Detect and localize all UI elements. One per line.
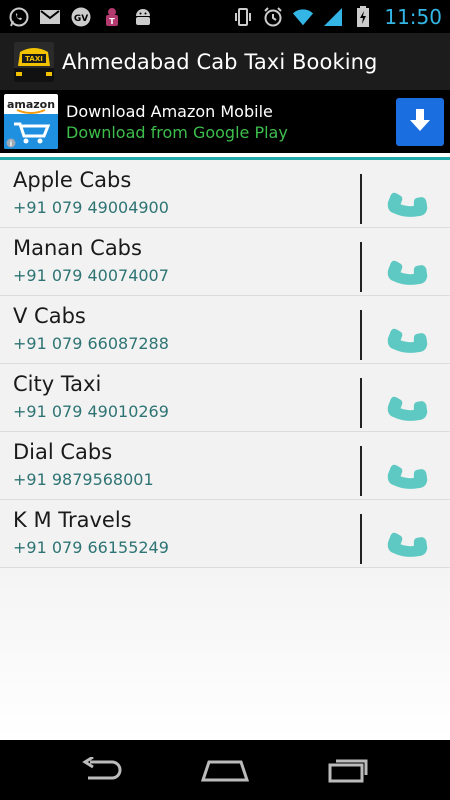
download-button[interactable] [396,97,444,146]
phone-icon[interactable] [374,170,434,224]
svg-text:TAXI: TAXI [25,55,43,63]
whatsapp-icon [8,6,30,28]
alarm-icon [262,6,284,28]
back-icon[interactable] [72,750,132,790]
wifi-icon [292,6,314,28]
cab-phone: +91 079 49004900 [13,198,169,217]
gmail-icon [39,6,61,28]
item-separator [360,514,362,564]
cab-phone: +91 079 40074007 [13,266,169,285]
google-voice-icon: GV [70,6,92,28]
ad-subtitle: Download from Google Play [66,122,288,142]
svg-text:GV: GV [74,14,88,24]
list-item[interactable]: Manan Cabs +91 079 40074007 [0,228,450,296]
svg-text:i: i [10,140,12,148]
home-icon[interactable] [195,750,255,790]
phone-icon[interactable] [374,374,434,428]
system-icons: 11:50 [232,5,442,29]
phone-icon[interactable] [374,442,434,496]
list-item[interactable]: Dial Cabs +91 9879568001 [0,432,450,500]
download-arrow-icon [408,107,432,137]
list-item[interactable]: Apple Cabs +91 079 49004900 [0,160,450,228]
cab-name: V Cabs [13,304,86,328]
status-clock: 11:50 [384,4,442,29]
phone-icon[interactable] [374,510,434,564]
cab-phone: +91 079 49010269 [13,402,169,421]
item-separator [360,310,362,360]
cab-phone: +91 079 66087288 [13,334,169,353]
vibrate-icon [232,6,254,28]
ad-banner[interactable]: amazon i Download Amazon Mobile Download… [0,90,450,153]
phone-icon[interactable] [374,306,434,360]
cab-name: Apple Cabs [13,168,132,192]
amazon-logo: amazon i [4,94,58,149]
cab-list: Apple Cabs +91 079 49004900 Manan Cabs +… [0,160,450,740]
recent-apps-icon[interactable] [318,750,378,790]
action-bar: TAXI Ahmedabad Cab Taxi Booking [0,33,450,90]
cab-name: Dial Cabs [13,440,113,464]
cab-phone: +91 9879568001 [13,470,154,489]
list-empty-area [0,568,450,740]
svg-text:T: T [109,17,115,26]
app-title: Ahmedabad Cab Taxi Booking [62,49,378,74]
list-item[interactable]: V Cabs +91 079 66087288 [0,296,450,364]
item-separator [360,378,362,428]
status-bar: GV T 11:50 [0,0,450,33]
tmobile-icon: T [101,6,123,28]
ad-title: Download Amazon Mobile [66,101,273,121]
item-separator [360,446,362,496]
signal-icon [322,6,344,28]
cab-name: Manan Cabs [13,236,142,260]
cab-phone: +91 079 66155249 [13,538,169,557]
android-icon [132,6,154,28]
cab-name: City Taxi [13,372,102,396]
notification-icons: GV T [8,6,154,28]
cab-name: K M Travels [13,508,132,532]
navigation-bar [0,740,450,800]
item-separator [360,242,362,292]
item-separator [360,174,362,224]
list-item[interactable]: K M Travels +91 079 66155249 [0,500,450,568]
taxi-sign-icon[interactable]: TAXI [14,41,54,82]
ad-text: Download Amazon Mobile Download from Goo… [66,102,288,142]
list-item[interactable]: City Taxi +91 079 49010269 [0,364,450,432]
battery-icon [352,5,374,28]
phone-icon[interactable] [374,238,434,292]
